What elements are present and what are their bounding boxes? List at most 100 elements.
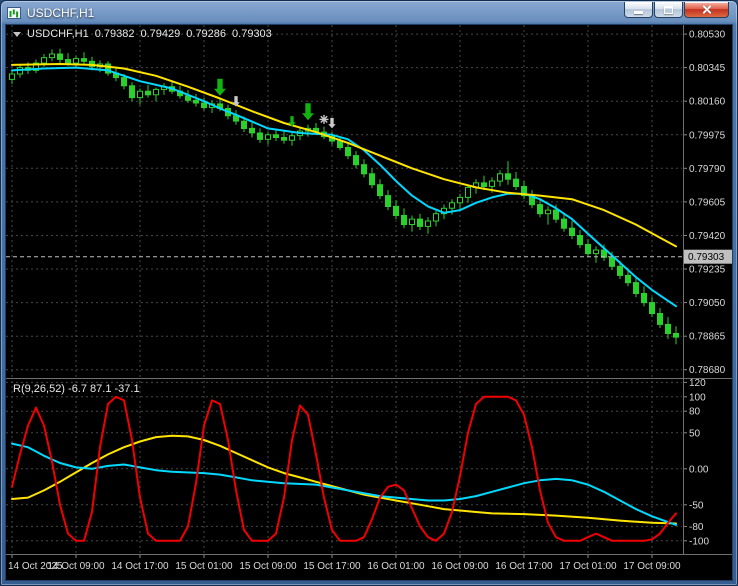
chart-area[interactable]: 0.793030.805300.803450.801600.799750.797…: [5, 24, 733, 581]
window-controls: [623, 2, 729, 18]
low-value: 0.79286: [186, 28, 226, 40]
candle-body: [154, 89, 159, 94]
candle-body: [674, 334, 679, 338]
candle-body: [426, 221, 431, 226]
candle-body: [378, 185, 383, 196]
application-window: USDCHF,H1 0.793030.805300.803450.801600.…: [0, 0, 738, 586]
candle-body: [138, 91, 143, 97]
star-marker: [320, 115, 329, 124]
candle-body: [10, 74, 15, 79]
candle-body: [586, 245, 591, 254]
close-value: 0.79303: [232, 28, 272, 40]
candle-body: [66, 60, 71, 64]
window-title: USDCHF,H1: [27, 6, 94, 20]
candle-body: [490, 181, 495, 186]
candle-body: [554, 210, 559, 219]
candle-body: [274, 135, 279, 138]
maximize-button[interactable]: [654, 2, 683, 18]
osc-cyan-line: [12, 444, 676, 525]
candle-body: [282, 138, 287, 141]
candle-body: [82, 59, 87, 62]
symbol-timeframe-label: USDCHF,H1: [27, 28, 89, 40]
candle-body: [450, 203, 455, 208]
price-axis-label: 0.79050: [689, 298, 726, 309]
chevron-down-icon[interactable]: [13, 32, 21, 37]
candle-body: [458, 197, 463, 202]
indicator-axis-label: 0.00: [689, 464, 709, 475]
candle-body: [634, 283, 639, 294]
indicator-axis[interactable]: 12010080500.00-50-80-100: [684, 378, 709, 547]
indicator-axis-label: 100: [689, 392, 706, 403]
indicator-axis-label: 120: [689, 378, 706, 389]
ma-slow-line: [12, 64, 676, 246]
price-axis-label: 0.79235: [689, 265, 726, 276]
candle-body: [402, 216, 407, 225]
candle-body: [538, 205, 543, 214]
title-bar[interactable]: USDCHF,H1: [1, 1, 737, 23]
time-axis-label: 15 Oct 01:00: [175, 561, 233, 572]
close-button[interactable]: [684, 2, 729, 18]
bid-price-badge: 0.79303: [684, 250, 733, 264]
candle-body: [394, 206, 399, 215]
time-axis-label: 15 Oct 09:00: [239, 561, 297, 572]
grid-layer: [6, 25, 682, 553]
arrow-down-marker: [328, 118, 335, 128]
candle-body: [50, 54, 55, 58]
candle-body: [194, 100, 199, 103]
candle-body: [386, 196, 391, 207]
candle-body: [642, 294, 647, 303]
candle-body: [122, 78, 127, 86]
candle-body: [202, 103, 207, 108]
candle-body: [546, 210, 551, 214]
time-axis-label: 15 Oct 17:00: [303, 561, 361, 572]
candle-body: [466, 187, 471, 197]
time-axis[interactable]: 14 Oct 202514 Oct 09:0014 Oct 17:0015 Oc…: [8, 555, 681, 572]
price-axis-label: 0.79975: [689, 130, 726, 141]
time-axis-label: 16 Oct 01:00: [367, 561, 425, 572]
candle-body: [418, 219, 423, 226]
candle-body: [258, 133, 263, 139]
price-axis[interactable]: 0.805300.803450.801600.799750.797900.796…: [684, 30, 726, 377]
candle-body: [290, 136, 295, 141]
close-icon: [701, 4, 712, 15]
price-axis-label: 0.80160: [689, 97, 726, 108]
candle-body: [362, 165, 367, 174]
open-value: 0.79382: [95, 28, 135, 40]
indicator-axis-label: 50: [689, 428, 701, 439]
candle-body: [434, 214, 439, 221]
price-axis-label: 0.78680: [689, 365, 726, 376]
candle-body: [626, 275, 631, 282]
time-axis-label: 14 Oct 17:00: [111, 561, 169, 572]
candle-body: [354, 156, 359, 165]
arrow-down-marker: [214, 79, 226, 96]
ohlc-header: USDCHF,H1 0.79382 0.79429 0.79286 0.7930…: [13, 28, 272, 40]
ma-fast-line: [12, 68, 676, 307]
candle-body: [482, 183, 487, 187]
candle-body: [410, 219, 415, 224]
candle-body: [338, 141, 343, 147]
candle-body: [370, 174, 375, 185]
candle-body: [610, 257, 615, 266]
candle-body: [570, 228, 575, 235]
minimize-button[interactable]: [624, 2, 653, 18]
candle-body: [346, 148, 351, 156]
candle-body: [506, 174, 511, 179]
osc-yellow-line: [12, 436, 676, 524]
candle-body: [146, 91, 151, 95]
candle-body: [658, 314, 663, 325]
indicator-label: R(9,26,52) -6.7 87.1 -37.1: [13, 383, 140, 395]
candle-body: [242, 121, 247, 128]
chart-canvas[interactable]: 0.793030.805300.803450.801600.799750.797…: [6, 25, 733, 581]
maximize-icon: [664, 6, 673, 14]
candle-body: [650, 303, 655, 314]
price-axis-label: 0.78865: [689, 332, 726, 343]
price-axis-label: 0.80530: [689, 30, 726, 41]
minimize-icon: [634, 11, 643, 14]
candle-body: [578, 236, 583, 245]
bid-price-label: 0.79303: [688, 252, 725, 263]
app-icon: [7, 6, 22, 20]
price-axis-label: 0.79790: [689, 164, 726, 175]
candle-body: [594, 250, 599, 254]
candle-body: [42, 58, 47, 63]
candle-body: [498, 174, 503, 181]
